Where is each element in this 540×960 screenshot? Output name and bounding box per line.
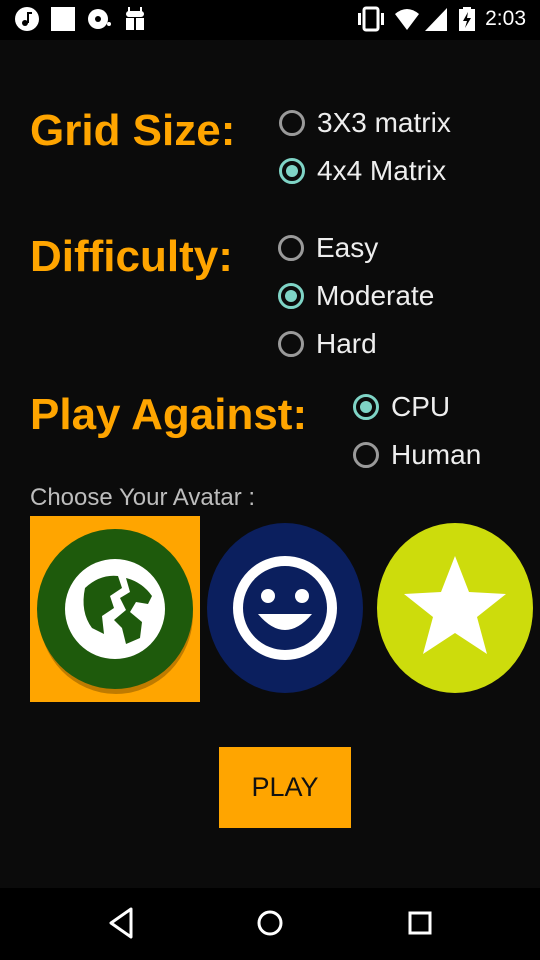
radio-label: Moderate [316,280,435,311]
back-triangle-icon[interactable] [106,906,136,940]
wifi-icon [395,9,419,30]
radio-button[interactable] [353,442,379,468]
radio-label: CPU [391,391,451,422]
radio-button-checked[interactable] [278,283,304,309]
radio-button-checked[interactable] [353,394,379,420]
status-bar: 2:03 [0,0,540,40]
globe-icon [37,529,193,694]
radio-grid-4x4[interactable]: 4x4 Matrix [279,151,446,191]
blank-square-icon [51,7,75,31]
home-circle-icon[interactable] [255,906,285,940]
radio-button[interactable] [279,110,305,136]
avatar-prompt: Choose Your Avatar : [30,484,256,511]
settings-screen: Grid Size: 3X3 matrix 4x4 Matrix Difficu… [0,40,540,888]
radio-button-checked[interactable] [279,158,305,184]
music-note-icon [15,7,39,31]
avatar-option-smiley[interactable] [200,516,370,702]
difficulty-label: Difficulty: [30,232,233,281]
grid-size-label: Grid Size: [30,106,236,155]
radio-opponent-human[interactable]: Human [353,435,481,475]
radio-difficulty-hard[interactable]: Hard [278,324,377,364]
smiley-face-icon [207,523,363,693]
avatar-option-globe[interactable] [30,516,200,702]
radio-grid-3x3[interactable]: 3X3 matrix [279,103,451,143]
radio-label: Hard [316,328,377,359]
play-button[interactable]: PLAY [219,747,351,828]
battery-charging-icon [459,7,475,31]
radio-label: 4x4 Matrix [317,155,447,186]
radio-difficulty-easy[interactable]: Easy [278,228,378,268]
radio-difficulty-moderate[interactable]: Moderate [278,276,434,316]
status-time: 2:03 [485,7,526,30]
radio-label: 3X3 matrix [317,107,451,138]
android-debug-icon [126,7,144,30]
star-icon [377,523,533,693]
avatar-option-star[interactable] [370,516,540,702]
recents-square-icon[interactable] [405,906,435,940]
vibrate-icon [358,6,384,32]
radio-button[interactable] [278,235,304,261]
radio-label: Easy [316,232,379,263]
radio-label: Human [391,439,482,470]
media-disc-icon [88,9,111,29]
radio-opponent-cpu[interactable]: CPU [353,387,450,427]
play-against-label: Play Against: [30,390,308,439]
cell-signal-icon [425,8,447,31]
navigation-bar [0,888,540,960]
radio-button[interactable] [278,331,304,357]
